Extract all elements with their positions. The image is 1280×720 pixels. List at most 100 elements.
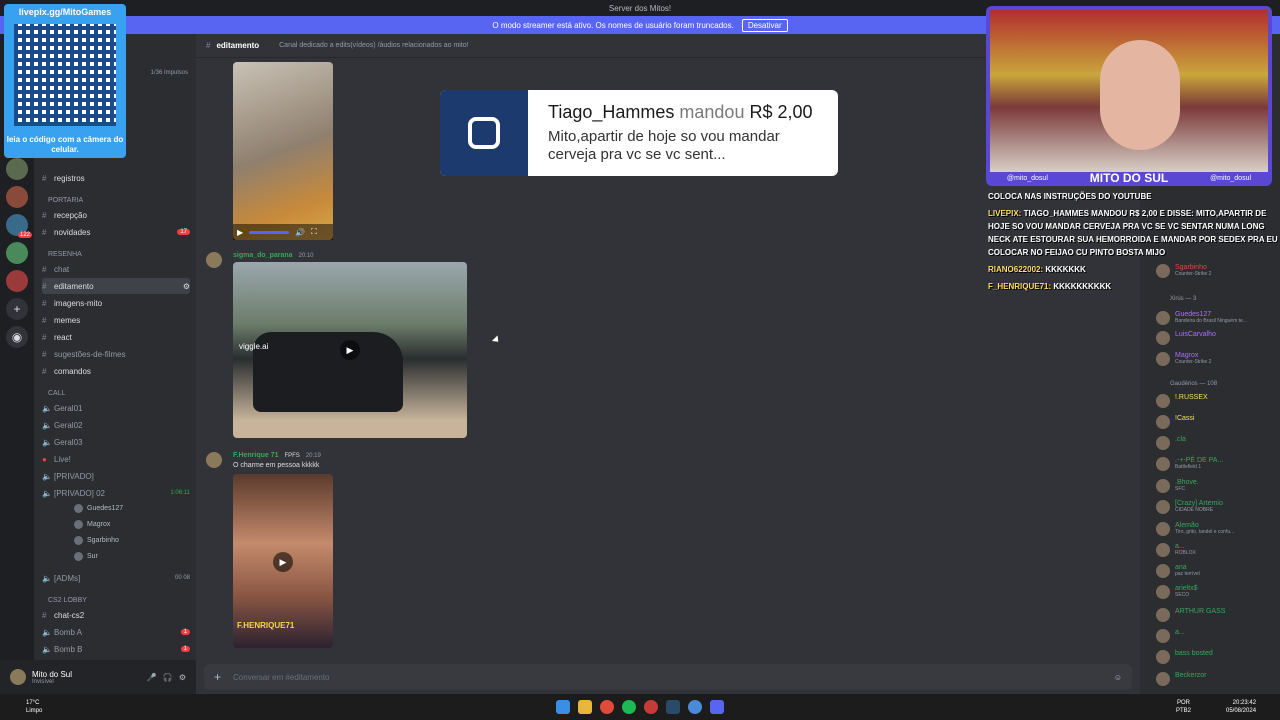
play-icon[interactable]: ▶ [237,228,243,237]
avatar[interactable] [206,452,222,468]
voice-user[interactable]: Sur [74,552,98,561]
voice-bomb-b[interactable]: 🔈 Bomb B1 [42,641,190,657]
avatar[interactable] [1156,331,1170,345]
voice-geral02[interactable]: 🔈 Geral02 [42,417,190,433]
headphones-icon[interactable]: 🎧 [163,673,173,682]
add-server-icon[interactable]: + [6,298,28,320]
channel-memes[interactable]: # memes [42,312,190,328]
category-cs2-lobby[interactable]: CS2 LOBBY [48,597,87,604]
member-row[interactable]: bass bosted [1156,650,1213,664]
gear-icon[interactable]: ⚙ [179,673,186,682]
avatar[interactable] [1156,394,1170,408]
category-call[interactable]: CALL [48,390,66,397]
voice-user[interactable]: Sgarbinho [74,536,119,545]
voice-user[interactable]: Guedes127 [74,504,123,513]
channel-sugestoes[interactable]: # sugestões-de-filmes [42,346,190,362]
voice-privado-02[interactable]: 🔈 [PRIVADO] 02 1:06:11 [42,485,190,501]
spotify-icon[interactable] [622,700,636,714]
channel-registros[interactable]: # registros [42,170,190,186]
avatar[interactable] [1156,352,1170,366]
channel-comandos[interactable]: # comandos [42,363,190,379]
avatar[interactable] [1156,585,1170,599]
video-attachment[interactable]: ▶ 🔊 ⛶ [233,62,333,240]
clock[interactable]: 20:23:42 05/08/2024 [1226,699,1256,715]
member-row[interactable]: Alemão Tiro, grito, tandel e confu... [1156,522,1234,536]
member-row[interactable]: a... [1156,629,1185,643]
start-icon[interactable] [556,700,570,714]
progress-bar[interactable] [249,230,290,234]
disable-streamer-button[interactable]: Desativar [741,18,788,32]
member-row[interactable]: !.RUSSEX [1156,394,1208,408]
explore-icon[interactable]: ◉ [6,326,28,348]
server-icon[interactable] [6,186,28,208]
avatar[interactable] [10,669,26,685]
voice-user[interactable]: Magrox [74,520,110,529]
avatar[interactable] [1156,479,1170,493]
member-row[interactable]: LuisCarvalho [1156,331,1216,345]
fullscreen-icon[interactable]: ⛶ [311,227,317,237]
channel-recepcao[interactable]: # recepção [42,207,190,223]
channel-novidades[interactable]: # novidades 17 [42,224,190,240]
member-row[interactable]: Guedes127 Bandeira do Brasil Ninguém te..… [1156,311,1247,325]
member-row[interactable]: ana paz terrível [1156,564,1200,578]
app-icon[interactable] [688,700,702,714]
app-icon[interactable] [644,700,658,714]
avatar[interactable] [1156,629,1170,643]
steam-icon[interactable] [666,700,680,714]
volume-icon[interactable]: 🔊 [295,228,305,237]
member-row[interactable]: .cla [1156,436,1186,450]
avatar[interactable] [1156,564,1170,578]
avatar[interactable] [206,252,222,268]
browser-icon[interactable] [600,700,614,714]
avatar[interactable] [1156,522,1170,536]
channel-chat-cs2[interactable]: # chat-cs2 [42,607,190,623]
member-row[interactable]: !Cassi [1156,415,1194,429]
avatar[interactable] [1156,543,1170,557]
play-icon[interactable]: ▶ [273,552,293,572]
member-row[interactable]: [Crazy] Artemio CIDADE NOBRE [1156,500,1223,514]
avatar[interactable] [1156,457,1170,471]
server-icon[interactable] [6,270,28,292]
member-row[interactable]: a... ROBLOX [1156,543,1196,557]
avatar[interactable] [1156,311,1170,325]
server-icon[interactable] [6,242,28,264]
play-icon[interactable]: ▶ [340,340,360,360]
add-attachment-icon[interactable]: + [214,670,221,684]
language-indicator[interactable]: POR PTB2 [1176,699,1191,715]
avatar[interactable] [1156,608,1170,622]
microphone-icon[interactable]: 🎤 [147,673,157,682]
emoji-icon[interactable]: ☺ [1114,673,1122,682]
message-author[interactable]: sigma_do_parana [233,252,293,259]
member-row[interactable]: .Bhove. SFC [1156,479,1199,493]
category-resenha[interactable]: RESENHA [48,251,82,258]
weather-widget[interactable]: 17°C Limpo [26,699,42,715]
member-row[interactable]: ARTHUR GASS [1156,608,1225,622]
avatar[interactable] [1156,650,1170,664]
voice-geral01[interactable]: 🔈 Geral01 [42,400,190,416]
discord-icon[interactable] [710,700,724,714]
voice-adms[interactable]: 🔈 [ADMs] 00 08 [42,570,190,586]
channel-imagens-mito[interactable]: # imagens-mito [42,295,190,311]
channel-chat[interactable]: # chat [42,261,190,277]
avatar[interactable] [1156,672,1170,686]
avatar[interactable] [1156,436,1170,450]
video-attachment[interactable]: ▶ F.HENRIQUE71 [233,474,333,648]
avatar[interactable] [1156,500,1170,514]
avatar[interactable] [1156,415,1170,429]
message-author[interactable]: F.Henrique 71 [233,452,279,459]
voice-live[interactable]: ● Live! [42,451,190,467]
message-input[interactable]: + Conversar em #editamento ☺ [204,664,1132,690]
voice-privado[interactable]: 🔈 [PRIVADO] [42,468,190,484]
folder-icon[interactable] [578,700,592,714]
video-attachment[interactable]: viggle.ai ▶ [233,262,467,438]
voice-bomb-a[interactable]: 🔈 Bomb A1 [42,624,190,640]
member-row[interactable]: .-+-PÉ DE PA... Battlefield 1 [1156,457,1223,471]
channel-editamento[interactable]: # editamento ⚙ [42,278,190,294]
member-row[interactable]: arieltx$ SECO [1156,585,1198,599]
voice-geral03[interactable]: 🔈 Geral03 [42,434,190,450]
member-row[interactable]: Magrox Counter-Strike 2 [1156,352,1211,366]
server-icon[interactable]: 122 [6,214,32,238]
category-portaria[interactable]: PORTARIA [48,197,83,204]
member-row[interactable]: Beckerzor [1156,672,1207,686]
channel-react[interactable]: # react [42,329,190,345]
